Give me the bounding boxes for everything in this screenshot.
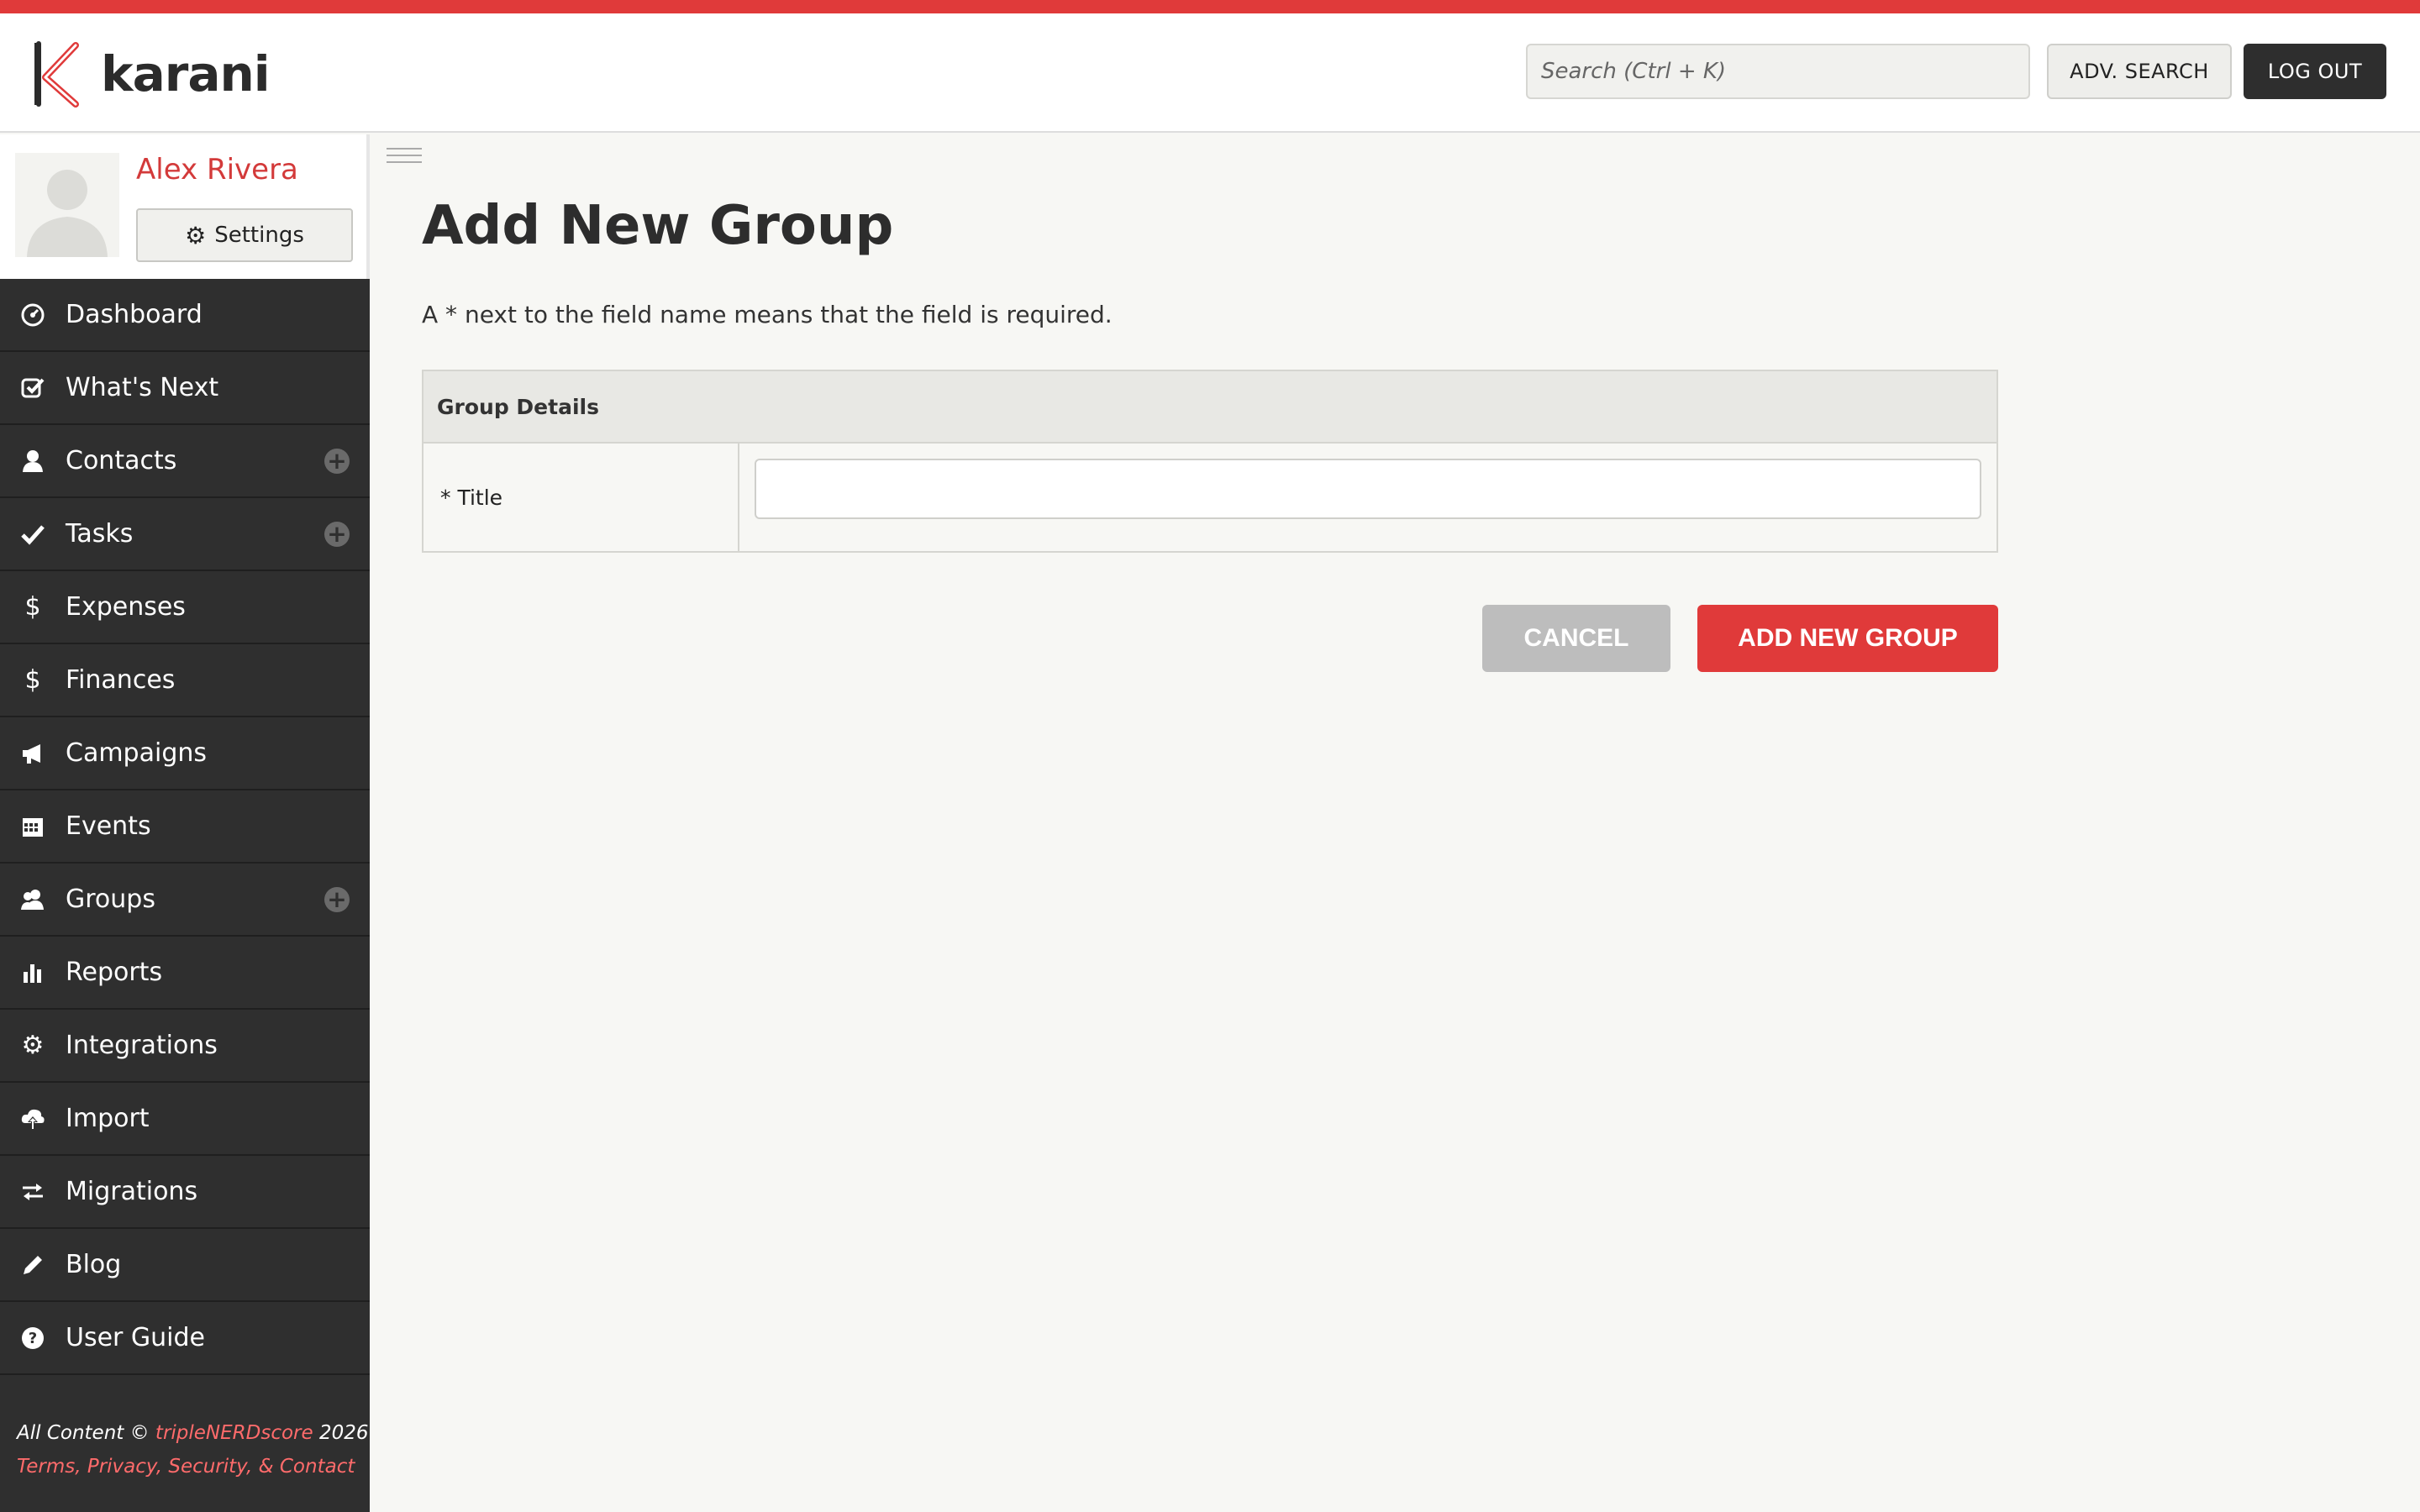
group-details-form: Group Details * Title [422, 370, 1998, 553]
sidebar-item-tasks[interactable]: Tasks + [0, 498, 370, 571]
sidebar-item-reports[interactable]: Reports [0, 937, 370, 1010]
form-row-title: * Title [424, 444, 1996, 551]
pencil-icon [0, 1252, 66, 1278]
sidebar-item-blog[interactable]: Blog [0, 1229, 370, 1302]
sidebar-item-label: Contacts [66, 446, 177, 475]
megaphone-icon [0, 741, 66, 766]
footer-links[interactable]: Terms, Privacy, Security, & Contact [17, 1450, 369, 1483]
bar-chart-icon [0, 960, 66, 985]
cloud-upload-icon [0, 1106, 66, 1131]
cancel-button[interactable]: CANCEL [1482, 605, 1670, 672]
profile-card: Alex Rivera ⚙ Settings [0, 134, 370, 279]
sidebar-item-user-guide[interactable]: ? User Guide [0, 1302, 370, 1375]
karani-logo-icon [34, 41, 79, 108]
sidebar-item-groups[interactable]: Groups + [0, 864, 370, 937]
default-avatar-icon [15, 153, 119, 257]
menu-toggle-icon[interactable] [387, 148, 422, 166]
settings-button[interactable]: ⚙ Settings [136, 208, 353, 262]
sidebar-item-label: Campaigns [66, 738, 208, 768]
gear-icon: ⚙ [21, 1031, 45, 1060]
sidebar-item-label: Events [66, 811, 151, 841]
sidebar-item-label: User Guide [66, 1323, 206, 1352]
add-contact-icon[interactable]: + [324, 449, 350, 474]
settings-label: Settings [214, 223, 304, 248]
sidebar-footer: All Content © tripleNERDscore 2026 Terms… [17, 1416, 369, 1483]
search-input[interactable] [1526, 44, 2030, 99]
sidebar-item-label: Dashboard [66, 300, 203, 329]
add-new-group-button[interactable]: ADD NEW GROUP [1697, 605, 1998, 672]
add-task-icon[interactable]: + [324, 522, 350, 547]
logout-button[interactable]: LOG OUT [2244, 44, 2386, 99]
brand-logo[interactable]: karani [27, 40, 271, 108]
group-icon [0, 887, 66, 912]
sidebar-item-label: Reports [66, 958, 163, 987]
add-group-icon[interactable]: + [324, 887, 350, 912]
title-input[interactable] [755, 459, 1981, 519]
dashboard-icon [0, 302, 66, 328]
sidebar-item-contacts[interactable]: Contacts + [0, 425, 370, 498]
section-header: Group Details [424, 371, 1996, 444]
user-icon [0, 449, 66, 474]
sidebar-item-finances[interactable]: $ Finances [0, 644, 370, 717]
advanced-search-button[interactable]: ADV. SEARCH [2047, 44, 2232, 99]
sidebar: Alex Rivera ⚙ Settings Dashboard What's … [0, 134, 370, 1512]
gear-icon: ⚙ [185, 221, 207, 249]
sidebar-item-expenses[interactable]: $ Expenses [0, 571, 370, 644]
sidebar-item-label: Expenses [66, 592, 186, 622]
avatar[interactable] [15, 153, 119, 257]
dollar-icon: $ [24, 665, 41, 695]
calendar-icon [0, 814, 66, 839]
required-note: A * next to the field name means that th… [422, 301, 1113, 328]
top-accent-stripe [0, 0, 2420, 13]
sidebar-item-dashboard[interactable]: Dashboard [0, 279, 370, 352]
title-label: * Title [424, 444, 739, 551]
page-title: Add New Group [422, 195, 894, 257]
copyright: All Content © tripleNERDscore 2026 [17, 1422, 369, 1444]
sidebar-item-whats-next[interactable]: What's Next [0, 352, 370, 425]
brand-name: karani [101, 45, 271, 102]
checkbox-icon [0, 375, 66, 401]
profile-name[interactable]: Alex Rivera [136, 153, 298, 186]
sidebar-item-integrations[interactable]: ⚙ Integrations [0, 1010, 370, 1083]
sidebar-item-label: Blog [66, 1250, 122, 1279]
sidebar-item-label: Integrations [66, 1031, 218, 1060]
arrows-icon [0, 1179, 66, 1205]
sidebar-item-label: Finances [66, 665, 176, 695]
question-icon: ? [0, 1326, 66, 1351]
sidebar-item-import[interactable]: Import [0, 1083, 370, 1156]
sidebar-item-label: What's Next [66, 373, 219, 402]
sidebar-item-label: Migrations [66, 1177, 198, 1206]
sidebar-item-events[interactable]: Events [0, 790, 370, 864]
sidebar-item-label: Tasks [66, 519, 134, 549]
svg-text:?: ? [29, 1330, 37, 1347]
check-icon [0, 522, 66, 547]
sidebar-item-label: Groups [66, 885, 155, 914]
dollar-icon: $ [24, 592, 41, 622]
sidebar-nav: Dashboard What's Next Contacts + Tasks +… [0, 279, 370, 1375]
org-link[interactable]: tripleNERDscore [155, 1422, 313, 1444]
sidebar-item-label: Import [66, 1104, 150, 1133]
sidebar-item-campaigns[interactable]: Campaigns [0, 717, 370, 790]
app-header: karani ADV. SEARCH LOG OUT [0, 13, 2420, 133]
sidebar-item-migrations[interactable]: Migrations [0, 1156, 370, 1229]
